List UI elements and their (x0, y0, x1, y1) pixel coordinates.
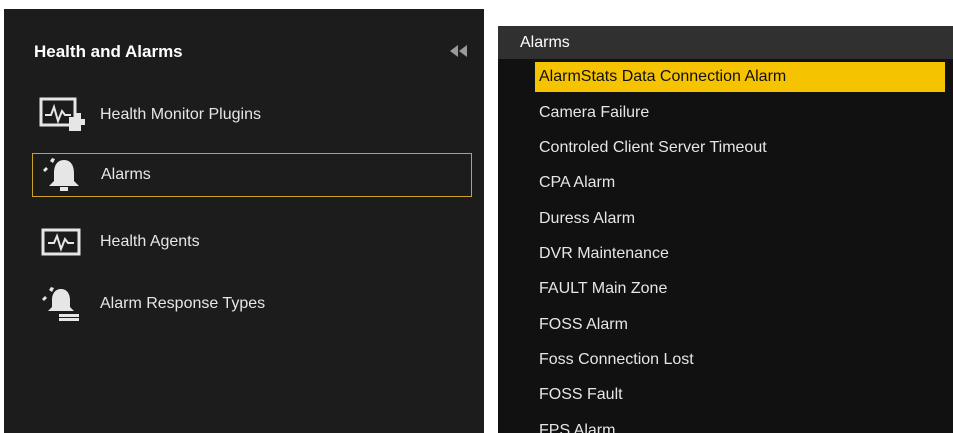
list-item[interactable]: FPS Alarm (535, 416, 615, 433)
alarm-response-icon (38, 286, 86, 322)
nav-item-label: Alarms (101, 166, 151, 183)
alarm-bell-icon (39, 157, 87, 193)
list-item[interactable]: FOSS Alarm (535, 310, 628, 340)
list-item[interactable]: DVR Maintenance (535, 239, 669, 269)
list-header: Alarms (498, 26, 953, 59)
nav-item-label: Health Agents (100, 233, 200, 250)
nav-item-label: Health Monitor Plugins (100, 106, 261, 123)
list-item[interactable]: FAULT Main Zone (535, 274, 667, 304)
list-item[interactable]: AlarmStats Data Connection Alarm (535, 62, 945, 92)
nav-item-health-monitor-plugins[interactable]: Health Monitor Plugins (32, 93, 472, 137)
list-item[interactable]: Duress Alarm (535, 204, 635, 234)
list-item[interactable]: Controled Client Server Timeout (535, 133, 767, 163)
list-item[interactable]: FOSS Fault (535, 380, 623, 410)
list-item[interactable]: Camera Failure (535, 98, 649, 128)
list-item[interactable]: Foss Connection Lost (535, 345, 694, 375)
nav-item-label: Alarm Response Types (100, 295, 266, 312)
list-item[interactable]: CPA Alarm (535, 168, 615, 198)
health-agent-icon (38, 224, 86, 260)
nav-item-alarm-response-types[interactable]: Alarm Response Types (32, 282, 472, 326)
nav-item-alarms[interactable]: Alarms (32, 153, 472, 197)
left-panel: Health and Alarms Health Monitor Plugins… (4, 9, 484, 433)
panel-title: Health and Alarms (34, 42, 183, 61)
health-monitor-plugin-icon (38, 97, 86, 133)
nav-item-health-agents[interactable]: Health Agents (32, 220, 472, 264)
alarms-list-panel: Alarms AlarmStats Data Connection Alarm … (498, 26, 953, 433)
alarms-list[interactable]: AlarmStats Data Connection Alarm Camera … (498, 62, 953, 433)
collapse-icon[interactable] (450, 45, 468, 57)
